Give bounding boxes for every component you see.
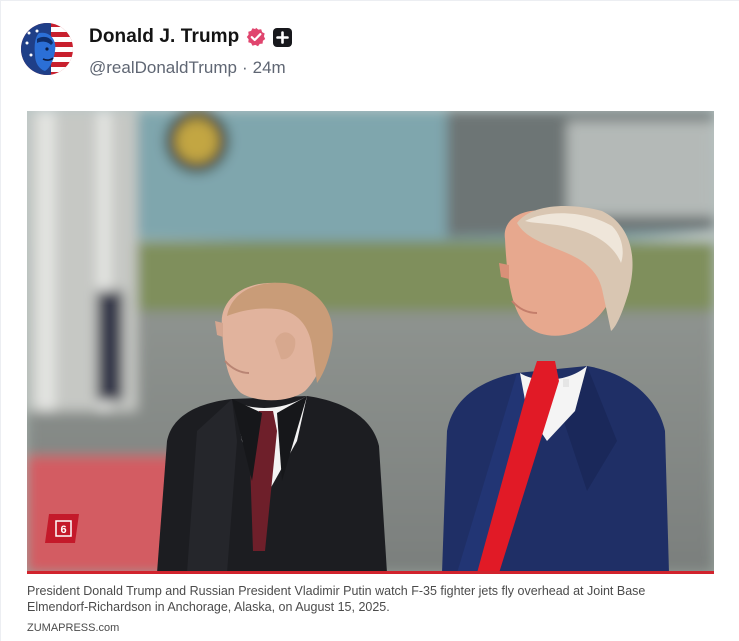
media-overlay-badge: 6 [45,514,79,543]
image-credit: ZUMAPRESS.com [27,622,120,634]
author-display-name[interactable]: Donald J. Trump [89,26,239,48]
verified-badge-icon [246,27,266,47]
author-meta-row: @realDonaldTrump · 24m [89,58,286,78]
post-timestamp[interactable]: 24m [253,58,286,78]
avatar-image [21,23,73,75]
image-caption: President Donald Trump and Russian Presi… [27,584,646,614]
plus-badge-icon [273,27,293,47]
avatar[interactable] [21,23,73,75]
author-handle[interactable]: @realDonaldTrump [89,58,237,78]
photo-putin-trump-looking-up: 6 [27,111,714,573]
post-image[interactable]: 6 [27,111,714,573]
meta-separator: · [241,58,248,77]
author-name-row: Donald J. Trump [89,26,293,48]
media-overlay-badge-label: 6 [60,524,66,536]
post-card: Donald J. Trump @realDonaldTrump · 24m 6… [0,0,739,641]
caption-divider [27,571,714,574]
